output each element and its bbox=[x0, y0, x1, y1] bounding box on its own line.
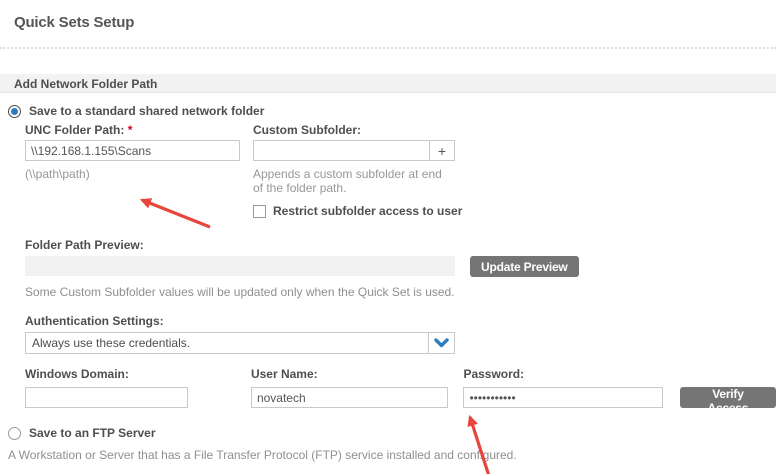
unc-folder-path-label: UNC Folder Path: * bbox=[25, 123, 240, 137]
chevron-down-icon bbox=[434, 338, 449, 348]
custom-subfolder-help: Appends a custom subfolder at end of the… bbox=[253, 167, 453, 195]
unc-path-hint: (\\path\path) bbox=[25, 167, 240, 181]
radio-ftp-server-label: Save to an FTP Server bbox=[29, 426, 156, 440]
custom-subfolder-group: Custom Subfolder: + Appends a custom sub… bbox=[253, 123, 455, 218]
windows-domain-label: Windows Domain: bbox=[25, 367, 188, 381]
radio-row-standard-network-folder[interactable]: Save to a standard shared network folder bbox=[8, 104, 776, 118]
windows-domain-group: Windows Domain: bbox=[25, 367, 188, 408]
quick-sets-setup-page: Quick Sets Setup Add Network Folder Path… bbox=[0, 14, 776, 474]
title-divider bbox=[0, 47, 776, 49]
radio-row-ftp-server[interactable]: Save to an FTP Server bbox=[8, 426, 776, 440]
authentication-selected-value: Always use these credentials. bbox=[26, 333, 428, 353]
password-group: Password: bbox=[463, 367, 662, 408]
page-title: Quick Sets Setup bbox=[14, 14, 776, 31]
custom-subfolder-input[interactable] bbox=[254, 141, 429, 160]
password-label: Password: bbox=[463, 367, 662, 381]
user-name-input[interactable] bbox=[251, 387, 449, 408]
verify-access-button[interactable]: Verify Access bbox=[680, 387, 776, 408]
custom-subfolder-label: Custom Subfolder: bbox=[253, 123, 455, 137]
authentication-settings-block: Authentication Settings: Always use thes… bbox=[25, 314, 776, 354]
windows-domain-input[interactable] bbox=[25, 387, 188, 408]
user-name-label: User Name: bbox=[251, 367, 449, 381]
user-name-group: User Name: bbox=[251, 367, 449, 408]
add-subfolder-button[interactable]: + bbox=[429, 141, 454, 160]
unc-folder-path-group: UNC Folder Path: * (\\path\path) bbox=[25, 123, 240, 218]
authentication-settings-label: Authentication Settings: bbox=[25, 314, 776, 328]
required-asterisk: * bbox=[128, 123, 133, 137]
restrict-subfolder-checkbox[interactable] bbox=[253, 205, 266, 218]
section-header-add-network-folder-path: Add Network Folder Path bbox=[0, 74, 776, 93]
password-input[interactable] bbox=[463, 387, 662, 408]
restrict-subfolder-row[interactable]: Restrict subfolder access to user bbox=[253, 204, 455, 218]
folder-path-preview-label: Folder Path Preview: bbox=[25, 238, 776, 252]
folder-path-preview-block: Folder Path Preview: Update Preview Some… bbox=[25, 238, 776, 299]
dropdown-arrow-cell[interactable] bbox=[428, 333, 454, 353]
update-preview-button[interactable]: Update Preview bbox=[470, 256, 579, 277]
radio-ftp-server[interactable] bbox=[8, 427, 21, 440]
credentials-row: Windows Domain: User Name: Password: Ver… bbox=[25, 367, 776, 408]
authentication-settings-dropdown[interactable]: Always use these credentials. bbox=[25, 332, 455, 354]
folder-path-preview-box bbox=[25, 256, 455, 276]
network-folder-form: UNC Folder Path: * (\\path\path) Custom … bbox=[25, 123, 776, 408]
radio-standard-network-folder[interactable] bbox=[8, 105, 21, 118]
ftp-server-description: A Workstation or Server that has a File … bbox=[8, 448, 776, 462]
custom-subfolder-input-group: + bbox=[253, 140, 455, 161]
unc-folder-path-input[interactable] bbox=[25, 140, 240, 161]
preview-note: Some Custom Subfolder values will be upd… bbox=[25, 285, 776, 299]
restrict-subfolder-label: Restrict subfolder access to user bbox=[273, 204, 462, 218]
radio-standard-network-folder-label: Save to a standard shared network folder bbox=[29, 104, 264, 118]
